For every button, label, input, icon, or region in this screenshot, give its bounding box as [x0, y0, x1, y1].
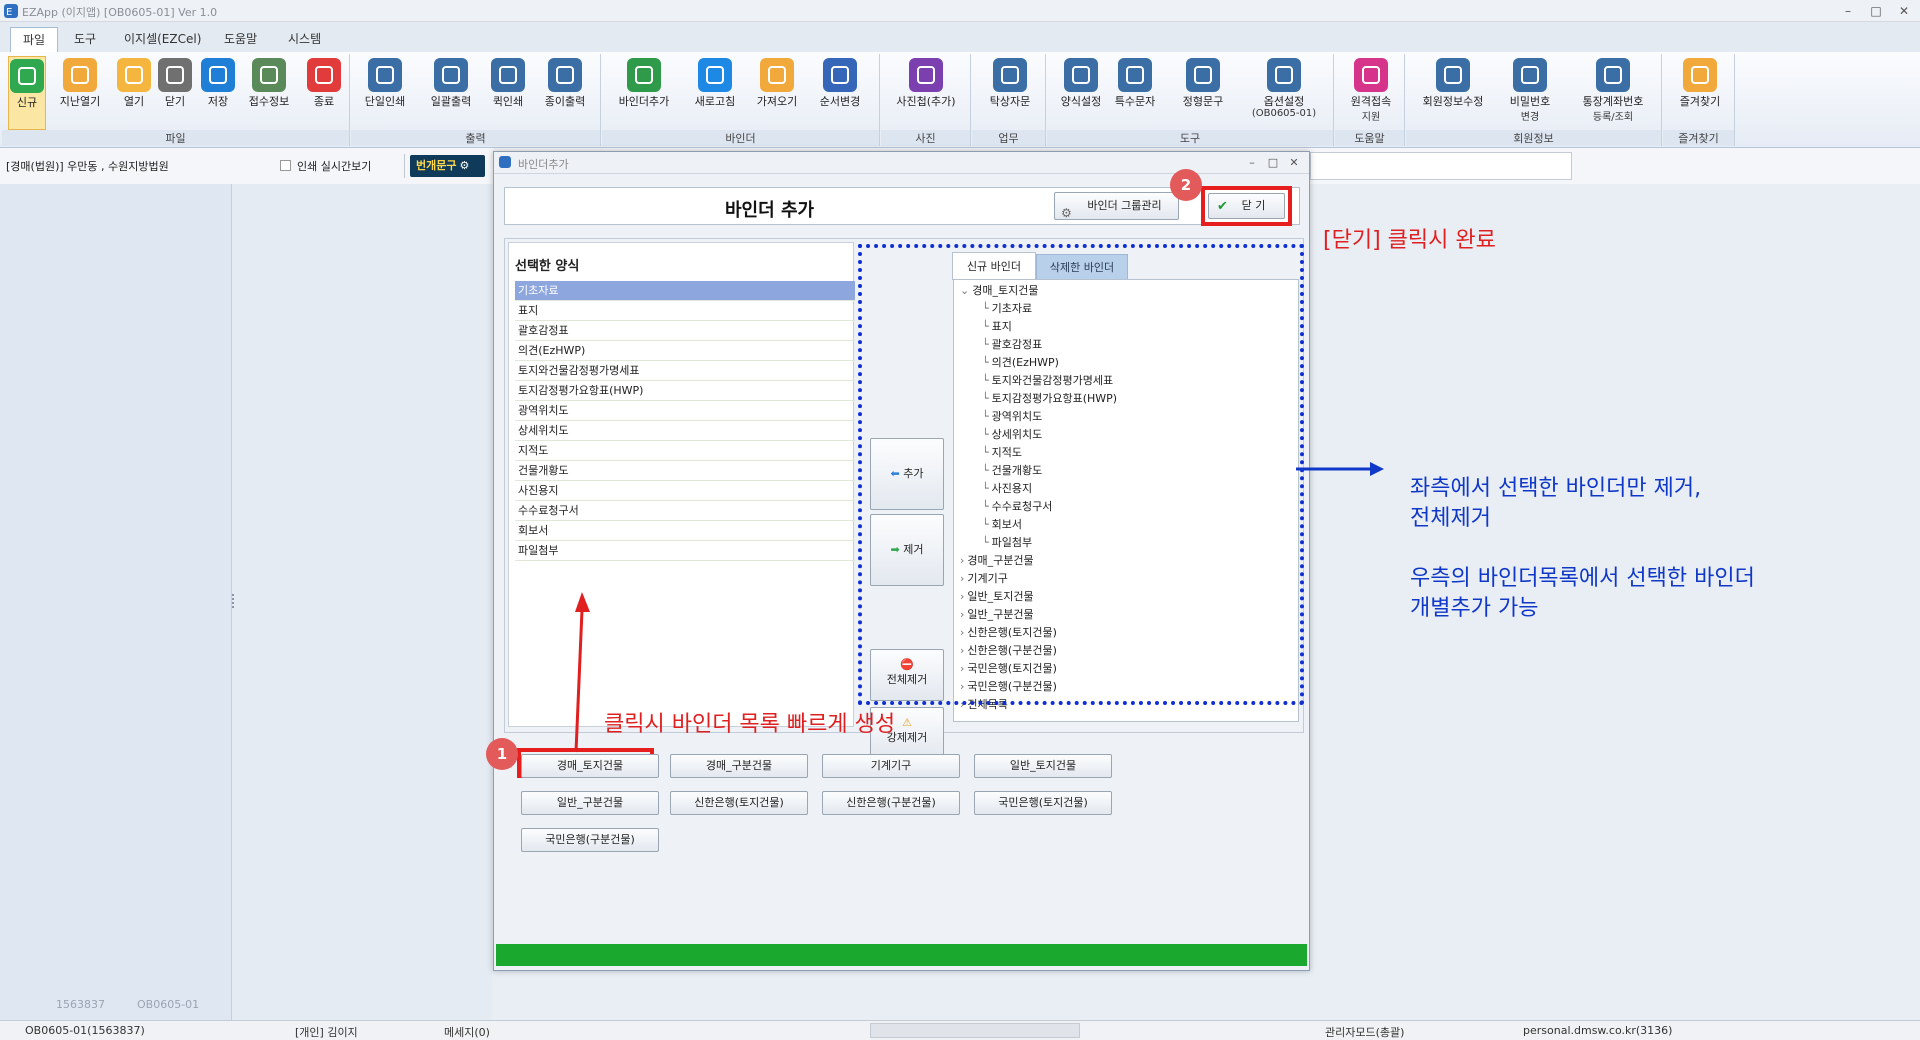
- status-session: OB0605-01(1563837): [25, 1024, 145, 1037]
- status-bar: OB0605-01(1563837) [개인] 김이지 메세지(0) 관리자모드…: [0, 1020, 1920, 1040]
- red-arrow-head: [575, 592, 590, 612]
- status-mode: 관리자모드(총괄): [1325, 1026, 1405, 1039]
- red-arrow-line: [574, 609, 584, 753]
- status-server: personal.dmsw.co.kr(3136): [1523, 1024, 1673, 1037]
- blue-arrow-head: [1370, 462, 1384, 476]
- status-user: [개인] 김이지: [295, 1026, 358, 1039]
- status-messages[interactable]: 메세지(0): [444, 1024, 490, 1040]
- status-progress-slot: [870, 1023, 1080, 1038]
- annotation-arrows: [574, 462, 1384, 753]
